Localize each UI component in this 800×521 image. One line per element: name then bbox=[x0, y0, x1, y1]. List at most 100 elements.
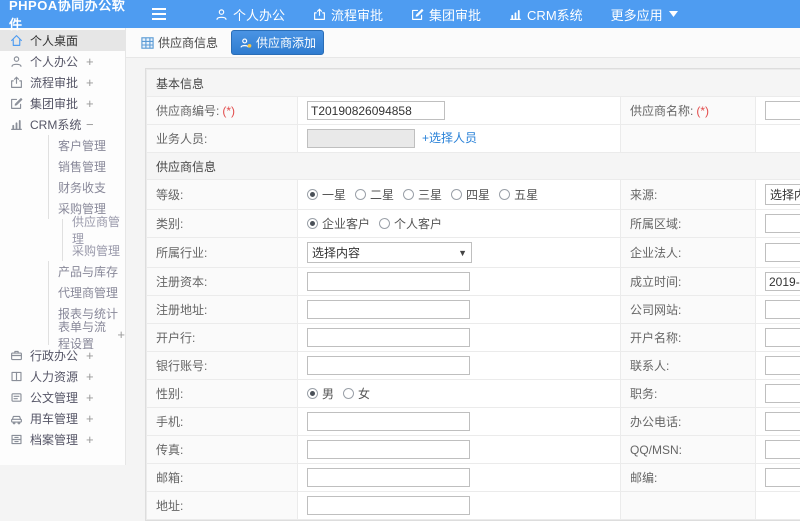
job-title-input[interactable] bbox=[765, 384, 800, 403]
account-name-input[interactable] bbox=[765, 328, 800, 347]
office-phone-input[interactable] bbox=[765, 412, 800, 431]
supplier-code-input[interactable] bbox=[307, 101, 445, 120]
tab-bar: 供应商信息供应商添加 bbox=[126, 28, 800, 58]
topnav-item-3[interactable]: CRM系统 bbox=[509, 5, 583, 24]
field-label: 传真: bbox=[147, 436, 298, 464]
sidebar-item-label: 客户管理 bbox=[58, 137, 106, 154]
form-row: 业务人员: +选择人员 bbox=[147, 125, 800, 153]
bar-chart-icon bbox=[10, 118, 23, 131]
sidebar-item-2[interactable]: 流程审批+ bbox=[0, 72, 125, 93]
sidebar-item-19[interactable]: 档案管理+ bbox=[0, 429, 125, 450]
supplier-add-icon bbox=[239, 37, 252, 49]
level-radio-2[interactable]: 三星 bbox=[403, 186, 442, 203]
topnav-label: 更多应用 bbox=[611, 5, 663, 24]
section-title: 基本信息 bbox=[147, 70, 800, 97]
table-icon bbox=[141, 37, 154, 49]
radio-icon bbox=[343, 388, 354, 399]
sidebar-item-6[interactable]: 销售管理+ bbox=[48, 156, 125, 177]
founded-date-input[interactable] bbox=[765, 272, 800, 291]
level-radio-3[interactable]: 四星 bbox=[451, 186, 490, 203]
sidebar-item-3[interactable]: 集团审批+ bbox=[0, 93, 125, 114]
expand-toggle[interactable]: + bbox=[117, 327, 125, 342]
expand-toggle[interactable]: + bbox=[86, 96, 94, 111]
sidebar-item-label: 财务收支 bbox=[58, 179, 106, 196]
registered-address-input[interactable] bbox=[307, 300, 470, 319]
tab-0[interactable]: 供应商信息 bbox=[134, 31, 225, 54]
document-icon bbox=[10, 391, 23, 404]
contact-person-input[interactable] bbox=[765, 356, 800, 375]
address-input[interactable] bbox=[307, 496, 470, 515]
bank-input[interactable] bbox=[307, 328, 470, 347]
sidebar-item-18[interactable]: 用车管理+ bbox=[0, 408, 125, 429]
topnav-label: 集团审批 bbox=[429, 5, 481, 24]
field-cell bbox=[756, 97, 800, 125]
sidebar-item-7[interactable]: 财务收支+ bbox=[48, 177, 125, 198]
company-website-input[interactable] bbox=[765, 300, 800, 319]
field-label: 注册资本: bbox=[147, 268, 298, 296]
expand-toggle[interactable]: + bbox=[86, 432, 94, 447]
topnav-item-2[interactable]: 集团审批 bbox=[411, 5, 481, 24]
field-cell bbox=[298, 324, 621, 352]
field-cell bbox=[756, 408, 800, 436]
form-row: 注册资本: 成立时间: bbox=[147, 268, 800, 296]
topnav-label: 个人办公 bbox=[233, 5, 285, 24]
radio-icon bbox=[379, 218, 390, 229]
field-cell bbox=[298, 352, 621, 380]
field-label: 业务人员: bbox=[147, 125, 298, 153]
fax-input[interactable] bbox=[307, 440, 470, 459]
sidebar-item-16[interactable]: 人力资源+ bbox=[0, 366, 125, 387]
topnav-item-4[interactable]: 更多应用 bbox=[611, 5, 683, 24]
region-input[interactable] bbox=[765, 214, 800, 233]
tab-1[interactable]: 供应商添加 bbox=[231, 30, 324, 55]
sidebar-item-17[interactable]: 公文管理+ bbox=[0, 387, 125, 408]
category-radio-0[interactable]: 企业客户 bbox=[307, 215, 370, 232]
expand-toggle[interactable]: + bbox=[86, 369, 94, 384]
sidebar-item-1[interactable]: 个人办公+ bbox=[0, 51, 125, 72]
supplier-name-input[interactable] bbox=[765, 101, 800, 120]
field-cell bbox=[298, 436, 621, 464]
mobile-input[interactable] bbox=[307, 412, 470, 431]
topnav-item-1[interactable]: 流程审批 bbox=[313, 5, 383, 24]
field-cell bbox=[756, 268, 800, 296]
sidebar-item-15[interactable]: 行政办公+ bbox=[0, 345, 125, 366]
zip-code-input[interactable] bbox=[765, 468, 800, 487]
field-label: 成立时间: bbox=[621, 268, 756, 296]
level-radio-1[interactable]: 二星 bbox=[355, 186, 394, 203]
expand-toggle[interactable]: + bbox=[86, 390, 94, 405]
bank-account-input[interactable] bbox=[307, 356, 470, 375]
field-label: 所属区域: bbox=[621, 210, 756, 238]
business-person-input[interactable] bbox=[307, 129, 415, 148]
source-select[interactable]: 选择内容▼ bbox=[765, 184, 800, 205]
expand-toggle[interactable]: + bbox=[86, 411, 94, 426]
sidebar-item-10[interactable]: 采购管理 bbox=[62, 240, 125, 261]
sidebar-item-9[interactable]: 供应商管理 bbox=[62, 219, 125, 240]
registered-capital-input[interactable] bbox=[307, 272, 470, 291]
section-header-row: 基本信息 bbox=[147, 70, 800, 97]
sidebar-item-12[interactable]: 代理商管理+ bbox=[48, 282, 125, 303]
qq-msn-input[interactable] bbox=[765, 440, 800, 459]
field-cell bbox=[298, 97, 621, 125]
expand-toggle[interactable]: + bbox=[86, 75, 94, 90]
gender-radio-0[interactable]: 男 bbox=[307, 385, 334, 402]
level-radio-4[interactable]: 五星 bbox=[499, 186, 538, 203]
sidebar-item-0[interactable]: 个人桌面 bbox=[0, 30, 125, 51]
category-radio-1[interactable]: 个人客户 bbox=[379, 215, 442, 232]
email-input[interactable] bbox=[307, 468, 470, 487]
level-radio-0[interactable]: 一星 bbox=[307, 186, 346, 203]
expand-toggle[interactable]: + bbox=[86, 348, 94, 363]
sidebar-item-11[interactable]: 产品与库存+ bbox=[48, 261, 125, 282]
field-label bbox=[621, 125, 756, 153]
expand-toggle[interactable]: + bbox=[86, 54, 94, 69]
expand-toggle[interactable]: − bbox=[86, 117, 94, 132]
gender-radio-1[interactable]: 女 bbox=[343, 385, 370, 402]
sidebar-item-14[interactable]: 表单与流程设置+ bbox=[48, 324, 125, 345]
sidebar-item-5[interactable]: 客户管理+ bbox=[48, 135, 125, 156]
user-icon bbox=[215, 8, 228, 21]
menu-icon[interactable] bbox=[151, 5, 169, 23]
sidebar-item-4[interactable]: CRM系统− bbox=[0, 114, 125, 135]
topnav-item-0[interactable]: 个人办公 bbox=[215, 5, 285, 24]
choose-person-link[interactable]: +选择人员 bbox=[422, 131, 477, 145]
industry-select[interactable]: 选择内容▼ bbox=[307, 242, 472, 263]
legal-person-input[interactable] bbox=[765, 243, 800, 262]
top-nav: 个人办公 流程审批 集团审批 CRM系统 更多应用 bbox=[215, 5, 711, 24]
